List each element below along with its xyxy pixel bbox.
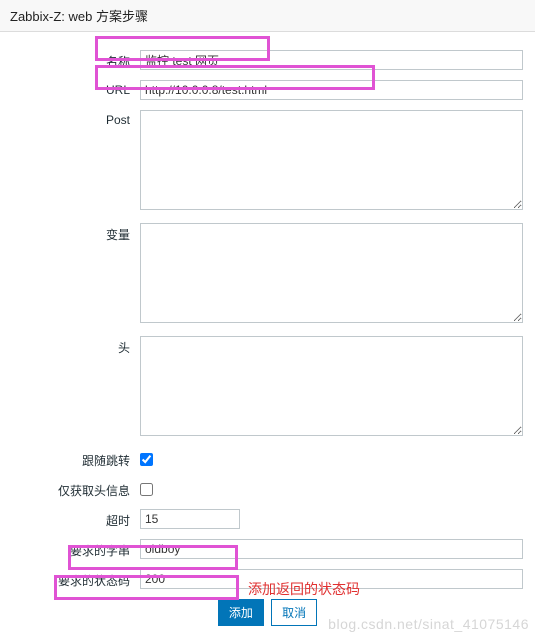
watermark: blog.csdn.net/sinat_41075146 [328,616,529,632]
variables-textarea[interactable] [140,223,523,323]
head-only-checkbox[interactable] [140,483,153,496]
label-name: 名称 [8,50,140,70]
label-url: URL [8,80,140,97]
label-post: Post [8,110,140,127]
row-follow-redirect: 跟随跳转 [0,449,535,469]
timeout-input[interactable] [140,509,240,529]
row-name: 名称 [0,50,535,70]
label-required-string: 要求的字串 [8,539,140,559]
headers-textarea[interactable] [140,336,523,436]
follow-redirect-checkbox[interactable] [140,453,153,466]
row-headers: 头 [0,336,535,439]
row-variables: 变量 [0,223,535,326]
row-head-only: 仅获取头信息 [0,479,535,499]
row-timeout: 超时 [0,509,535,529]
label-follow-redirect: 跟随跳转 [8,449,140,469]
label-timeout: 超时 [8,509,140,529]
row-required-string: 要求的字串 [0,539,535,559]
dialog-title: Zabbix-Z: web 方案步骤 [0,0,535,32]
label-variables: 变量 [8,223,140,243]
label-headers: 头 [8,336,140,356]
row-url: URL [0,80,535,100]
annotation-text: 添加返回的状态码 [248,579,360,599]
name-input[interactable] [140,50,523,70]
row-post: Post [0,110,535,213]
web-step-form: 名称 URL Post 变量 头 跟随跳转 仅获取头信息 [0,32,535,626]
add-button[interactable]: 添加 [218,599,264,626]
post-textarea[interactable] [140,110,523,210]
label-head-only: 仅获取头信息 [8,479,140,499]
cancel-button[interactable]: 取消 [271,599,317,626]
label-required-status: 要求的状态码 [8,569,140,589]
required-string-input[interactable] [140,539,523,559]
url-input[interactable] [140,80,523,100]
